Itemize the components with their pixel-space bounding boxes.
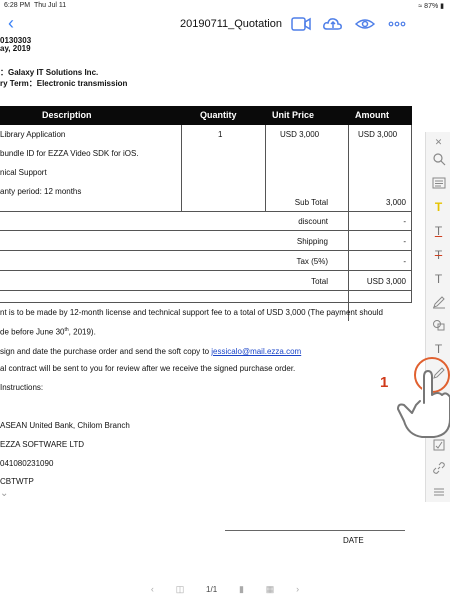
underline-icon[interactable]: T xyxy=(430,222,447,239)
battery-icon: ▮ xyxy=(440,3,444,10)
chevron-down-icon[interactable]: ⌄ xyxy=(0,488,8,499)
document-page[interactable]: 0130303 ay, 2019 ：Galaxy IT Solutions In… xyxy=(0,36,425,581)
page-bar: ‹ ◫ 1/1 ▮ ▦ › xyxy=(140,580,310,598)
unit-price-value: USD 3,000 xyxy=(280,130,320,139)
pen-icon[interactable] xyxy=(430,293,447,310)
status-bar: 6:28 PM Thu Jul 11 ≈ 87% ▮ xyxy=(0,0,450,12)
desc-line: nical Support xyxy=(0,168,47,177)
menu-icon[interactable] xyxy=(430,483,447,500)
step-number: 1 xyxy=(380,374,389,391)
battery-level: 87% xyxy=(424,3,439,10)
date-signature-line xyxy=(225,530,405,531)
amount-value: USD 3,000 xyxy=(358,130,398,139)
annotation-toolbar: ✕ T T T T T ⊥ xyxy=(425,132,450,502)
highlight-icon[interactable]: T xyxy=(430,198,447,215)
sign-line: sign and date the purchase order and sen… xyxy=(0,347,302,356)
cloud-upload-icon[interactable] xyxy=(322,15,344,33)
col-divider xyxy=(265,125,266,211)
status-right: ≈ 87% ▮ xyxy=(418,2,444,10)
more-icon[interactable] xyxy=(386,15,408,33)
doc-delivery-line: ry Term：Electronic transmission xyxy=(0,79,128,88)
summary-value: 3,000 xyxy=(385,198,406,207)
summary-label: Shipping xyxy=(296,237,328,246)
shape-icon[interactable] xyxy=(430,316,447,333)
row-divider xyxy=(0,230,412,231)
header-quantity: Quantity xyxy=(200,110,237,120)
search-icon[interactable] xyxy=(430,150,447,167)
chevron-left-icon[interactable]: ‹ xyxy=(8,14,14,32)
document-title: 20190711_Quotation xyxy=(180,18,282,30)
header-unit-price: Unit Price xyxy=(272,110,315,120)
chevron-left-icon[interactable]: ‹ xyxy=(151,584,154,594)
wifi-icon: ≈ xyxy=(418,3,423,10)
company-line: EZZA SOFTWARE LTD xyxy=(0,440,85,449)
nav-bar: ‹ 20190711_Quotation xyxy=(0,12,450,36)
row-divider xyxy=(0,302,412,303)
summary-label: Total xyxy=(311,277,328,286)
tap-gesture-icon xyxy=(394,355,450,445)
link-icon[interactable] xyxy=(430,459,447,476)
contract-line: al contract will be sent to you for revi… xyxy=(0,364,296,373)
date-label: DATE xyxy=(343,536,364,545)
swift-line: CBTWTP xyxy=(0,477,34,486)
email-link[interactable]: jessicalo@mail.ezza.com xyxy=(211,347,301,356)
status-time: 6:28 PM Thu Jul 11 xyxy=(4,2,67,9)
summary-label: discount xyxy=(298,217,328,226)
col-divider xyxy=(348,125,349,321)
row-divider xyxy=(0,250,412,251)
header-amount: Amount xyxy=(355,110,389,120)
instructions-line: Instructions: xyxy=(0,383,44,392)
bookmark-icon[interactable]: ▮ xyxy=(239,584,244,595)
grid-icon[interactable]: ▦ xyxy=(266,584,275,595)
summary-value: - xyxy=(403,237,406,246)
list-icon[interactable] xyxy=(430,174,447,191)
row-divider xyxy=(0,290,412,291)
deadline-line: de before June 30th, 2019). xyxy=(0,327,96,337)
quantity-value: 1 xyxy=(218,130,223,139)
strikethrough-icon[interactable]: T xyxy=(430,246,447,263)
eye-icon[interactable] xyxy=(354,15,376,33)
summary-label: Tax (5%) xyxy=(296,257,328,266)
chevron-right-icon[interactable]: › xyxy=(296,584,299,594)
desc-line: Library Application xyxy=(0,130,66,139)
text-icon[interactable]: T xyxy=(430,270,447,287)
account-line: 041080231090 xyxy=(0,459,54,468)
summary-value: USD 3,000 xyxy=(366,277,406,286)
summary-value: - xyxy=(403,217,406,226)
col-divider xyxy=(181,125,182,211)
table-header: Description Quantity Unit Price Amount xyxy=(0,106,412,125)
bank-line: ASEAN United Bank, Chilom Branch xyxy=(0,421,130,430)
payment-line: nt is to be made by 12-month license and… xyxy=(0,308,383,317)
two-page-icon[interactable]: ◫ xyxy=(176,584,185,595)
row-divider xyxy=(0,211,412,212)
desc-line: bundle ID for EZZA Video SDK for iOS. xyxy=(0,149,139,158)
doc-header-line-2: ay, 2019 xyxy=(0,44,31,53)
page-indicator: 1/1 xyxy=(206,584,218,594)
close-icon[interactable]: ✕ xyxy=(430,134,447,151)
doc-to-line: ：Galaxy IT Solutions Inc. xyxy=(0,68,99,77)
nav-actions xyxy=(290,15,408,33)
header-description: Description xyxy=(42,110,92,120)
desc-line: anty period: 12 months xyxy=(0,187,82,196)
summary-value: - xyxy=(403,257,406,266)
video-icon[interactable] xyxy=(290,15,312,33)
row-divider xyxy=(0,270,412,271)
summary-label: Sub Total xyxy=(294,198,328,207)
